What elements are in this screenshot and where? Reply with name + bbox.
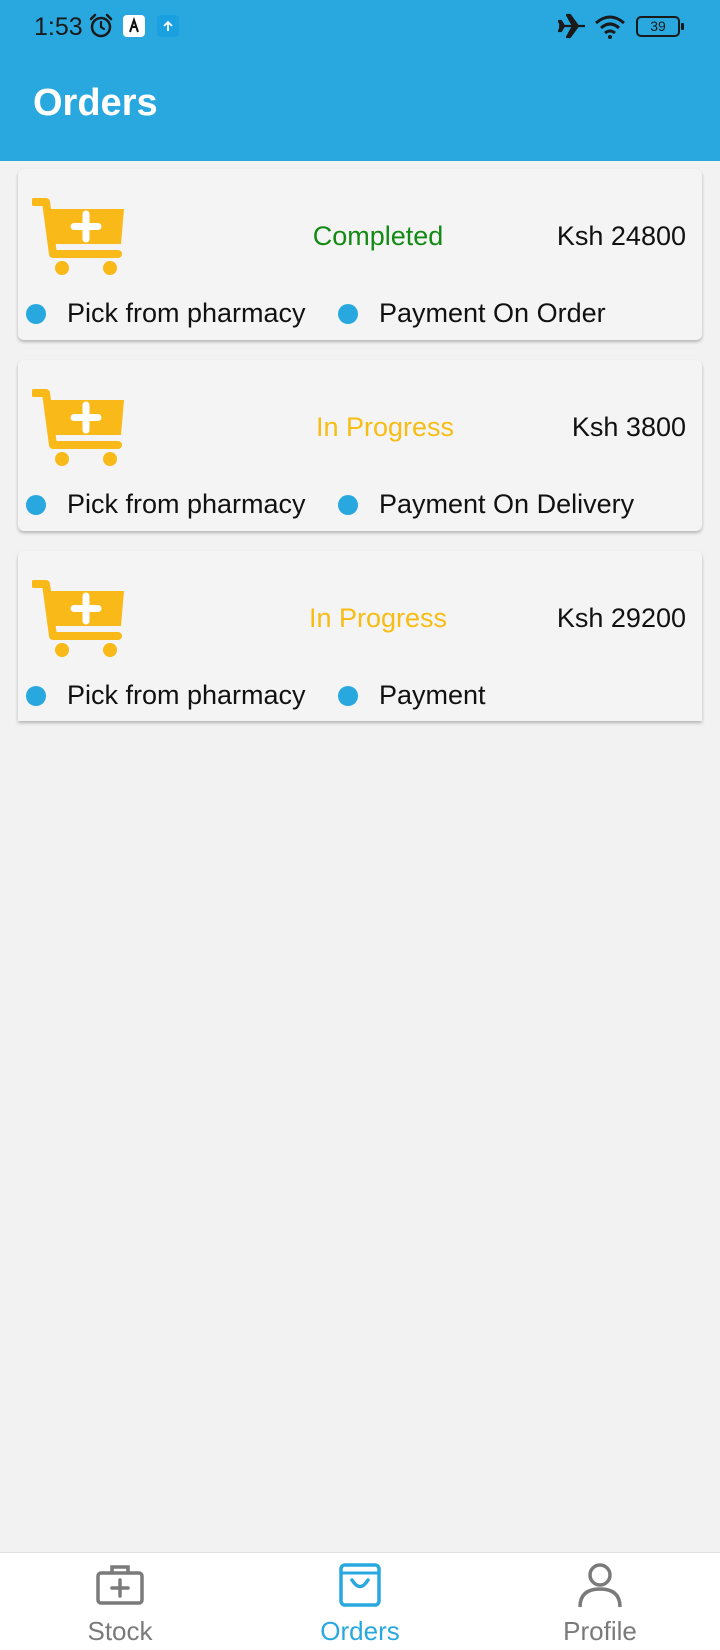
bullet-dot	[338, 495, 358, 515]
bottom-nav: Stock Orders Profile	[0, 1552, 720, 1650]
payment-method: Payment	[379, 680, 486, 710]
bullet-dot	[338, 686, 358, 706]
shopping-bag-icon	[339, 1563, 381, 1607]
bullet-dot	[26, 495, 46, 515]
order-amount: Ksh 24800	[556, 221, 686, 251]
delivery-method: Pick from pharmacy	[67, 680, 306, 710]
delivery-method: Pick from pharmacy	[67, 298, 306, 328]
cart-plus-icon	[32, 580, 124, 657]
upload-icon	[157, 15, 179, 37]
cart-plus-icon	[32, 389, 124, 466]
nav-item-orders[interactable]: Orders	[240, 1553, 480, 1650]
order-amount: Ksh 3800	[571, 412, 686, 442]
payment-method: Payment On Delivery	[379, 489, 635, 519]
order-list: Completed Ksh 24800 Pick from pharmacy P…	[18, 169, 702, 741]
nav-item-stock[interactable]: Stock	[0, 1553, 240, 1650]
wifi-icon	[595, 15, 625, 39]
order-status: In Progress	[308, 603, 448, 633]
nav-label-profile: Profile	[563, 1616, 637, 1646]
status-bar: 1:53 39	[0, 0, 720, 56]
cart-plus-icon	[32, 198, 124, 275]
delivery-method: Pick from pharmacy	[67, 489, 306, 519]
person-icon	[578, 1563, 622, 1608]
bullet-dot	[26, 304, 46, 324]
page-title: Orders	[33, 82, 158, 124]
airplane-mode-icon	[557, 13, 585, 39]
bullet-dot	[338, 304, 358, 324]
nav-label-stock: Stock	[87, 1616, 153, 1646]
medical-kit-icon	[96, 1565, 144, 1605]
alarm-icon	[89, 13, 113, 38]
order-amount: Ksh 29200	[556, 603, 686, 633]
order-card[interactable]: In Progress Ksh 29200 Pick from pharmacy…	[18, 551, 702, 721]
order-status: Completed	[312, 221, 444, 251]
app-notification-icon	[123, 15, 145, 37]
nav-item-profile[interactable]: Profile	[480, 1553, 720, 1650]
order-card[interactable]: Completed Ksh 24800 Pick from pharmacy P…	[18, 169, 702, 340]
nav-label-orders: Orders	[320, 1616, 400, 1646]
payment-method: Payment On Order	[379, 298, 606, 328]
bullet-dot	[26, 686, 46, 706]
battery-icon: 39	[636, 16, 684, 37]
order-card[interactable]: In Progress Ksh 3800 Pick from pharmacy …	[18, 360, 702, 531]
order-status: In Progress	[315, 412, 455, 442]
status-time: 1:53	[34, 13, 83, 41]
app-bar: 1:53 39 Orders	[0, 0, 720, 161]
